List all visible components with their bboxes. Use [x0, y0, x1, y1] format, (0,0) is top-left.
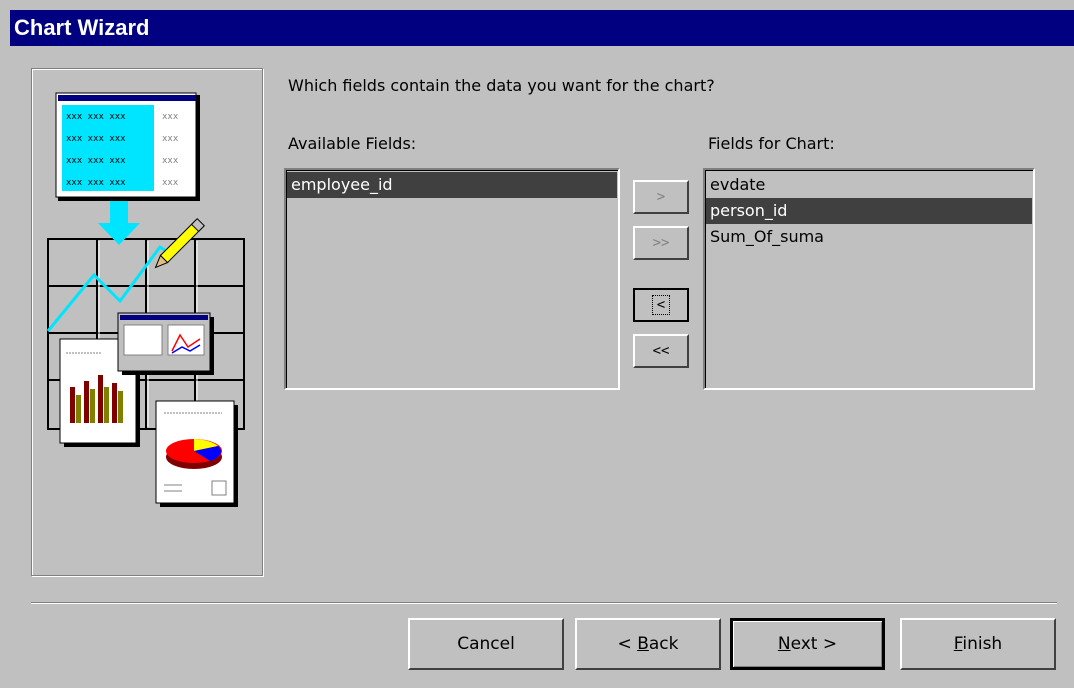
svg-text:xxx xxx xxx: xxx xxx xxx — [66, 156, 126, 166]
list-item[interactable]: Sum_Of_suma — [706, 224, 1032, 250]
list-item[interactable]: person_id — [706, 198, 1032, 224]
remove-field-button[interactable]: < — [633, 288, 689, 322]
wizard-question: Which fields contain the data you want f… — [288, 76, 715, 95]
next-button[interactable]: Next > — [730, 618, 885, 670]
title-bar: Chart Wizard — [10, 10, 1074, 46]
back-button[interactable]: < Back — [575, 618, 721, 670]
remove-all-fields-button[interactable]: << — [633, 334, 689, 368]
back-label-prefix: < — [617, 634, 638, 654]
back-label-accel: B — [637, 634, 649, 654]
svg-text:xxx: xxx — [162, 112, 179, 122]
finish-label-rest: inish — [962, 634, 1003, 654]
svg-text:xxx xxx xxx: xxx xxx xxx — [66, 112, 126, 122]
svg-text:xxx: xxx — [162, 156, 179, 166]
available-fields-list[interactable]: employee_id — [284, 168, 620, 390]
remove-field-label: < — [651, 295, 671, 315]
chart-fields-list[interactable]: evdate person_id Sum_Of_suma — [703, 168, 1035, 390]
next-label-rest: ext > — [790, 634, 838, 654]
svg-text:xxx xxx xxx: xxx xxx xxx — [66, 178, 126, 188]
svg-text:xxx: xxx — [162, 178, 179, 188]
wizard-illustration: xxx xxx xxx xxx xxx xxx xxx xxx xxx xxx … — [31, 68, 263, 576]
finish-button[interactable]: Finish — [900, 618, 1056, 670]
cancel-label: Cancel — [457, 634, 515, 654]
list-item[interactable]: employee_id — [287, 172, 617, 198]
available-fields-label: Available Fields: — [288, 134, 417, 153]
window-frame — [0, 0, 10, 688]
chart-wizard-graphic-icon: xxx xxx xxx xxx xxx xxx xxx xxx xxx xxx … — [46, 92, 245, 507]
footer-divider — [31, 602, 1057, 604]
add-field-button[interactable]: > — [633, 180, 689, 214]
add-all-fields-button[interactable]: >> — [633, 226, 689, 260]
window-title: Chart Wizard — [14, 15, 150, 40]
list-item[interactable]: evdate — [706, 172, 1032, 198]
back-label-rest: ack — [648, 634, 679, 654]
next-label-accel: N — [777, 634, 791, 654]
cancel-button[interactable]: Cancel — [408, 618, 564, 670]
chart-fields-label: Fields for Chart: — [708, 134, 835, 153]
svg-text:xxx xxx xxx: xxx xxx xxx — [66, 134, 126, 144]
svg-text:xxx: xxx — [162, 134, 179, 144]
